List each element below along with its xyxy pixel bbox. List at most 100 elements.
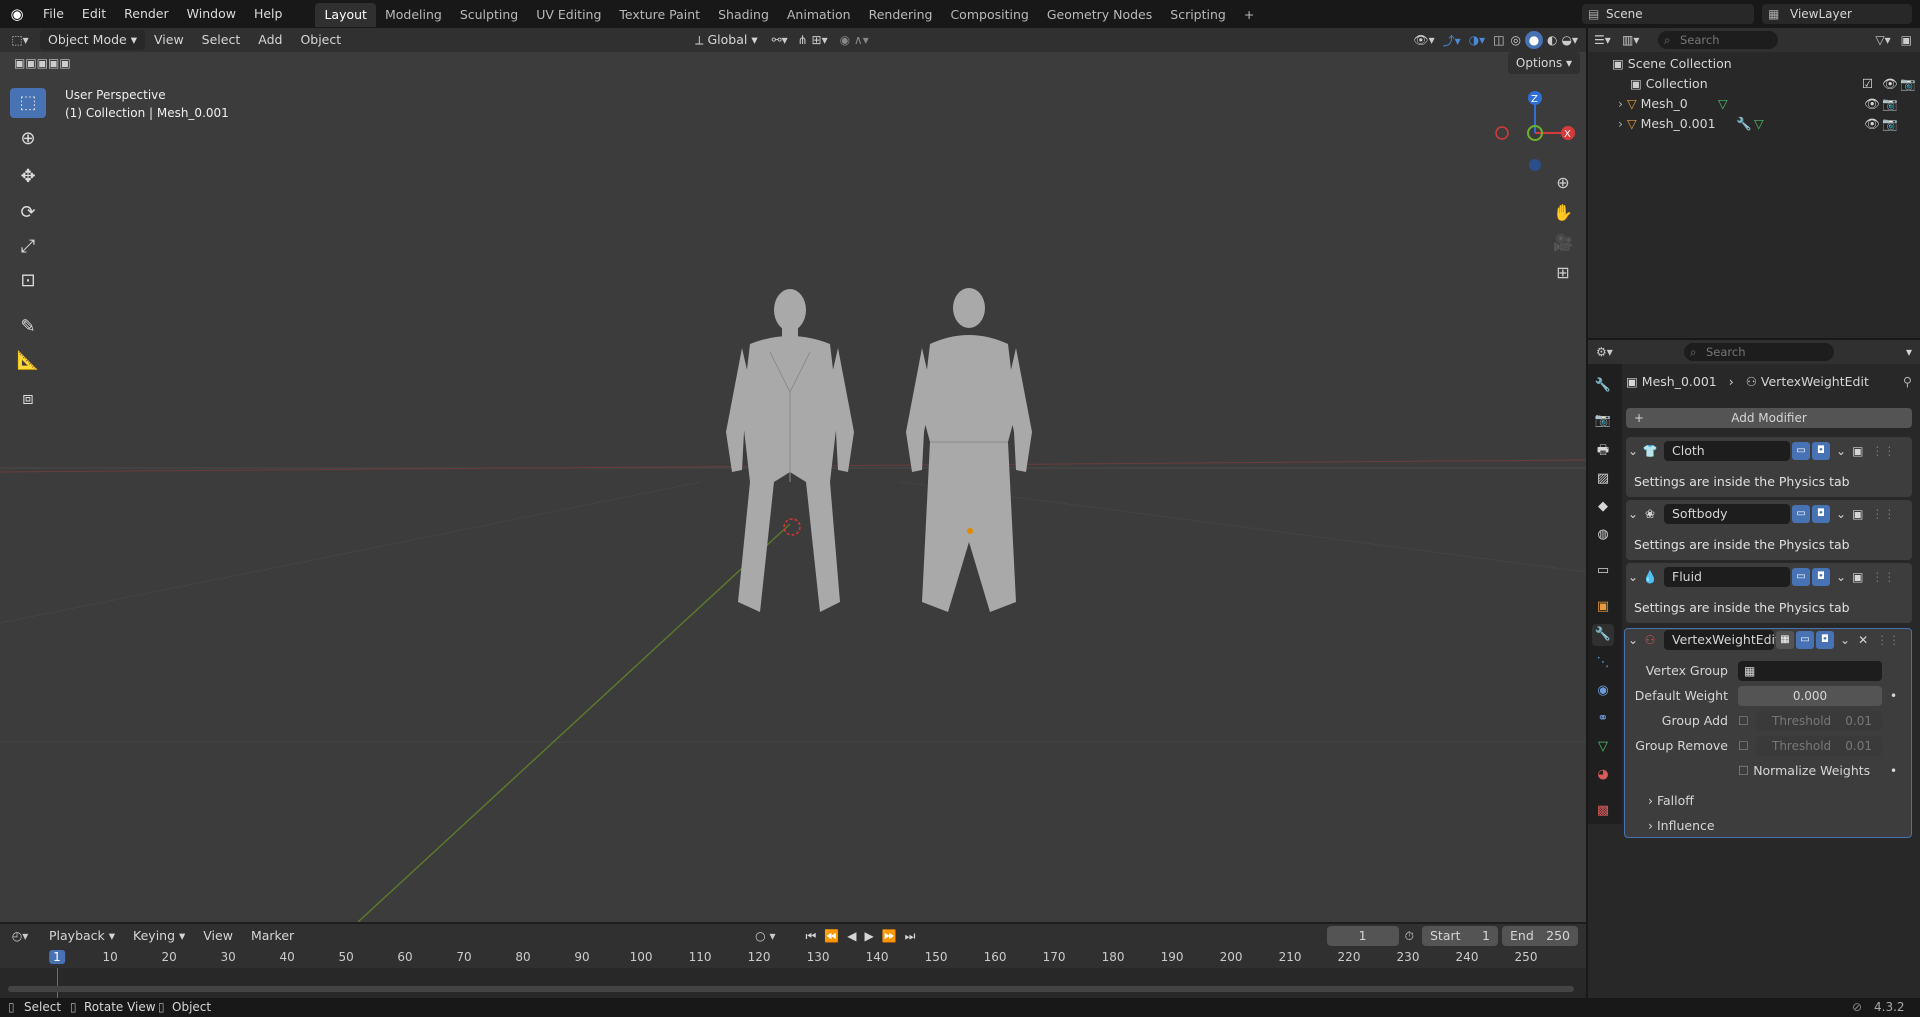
visibility-icon[interactable]: 👁▾ bbox=[1413, 33, 1434, 47]
toggle-icon[interactable]: ▣ bbox=[1852, 507, 1863, 521]
menu-file[interactable]: File bbox=[34, 0, 73, 28]
xray-icon[interactable]: ◫ bbox=[1493, 33, 1504, 47]
camera-icon[interactable]: 📷 bbox=[1882, 94, 1898, 114]
new-collection-icon[interactable]: ▣ bbox=[1901, 33, 1912, 47]
toggle-icon[interactable]: ▣ bbox=[1852, 570, 1863, 584]
render-tab-icon[interactable]: 📷 bbox=[1592, 410, 1614, 432]
eye-icon[interactable]: 👁 bbox=[1882, 74, 1898, 94]
outliner-mesh-0[interactable]: › ▽ Mesh_0 ▽ 👁 📷 bbox=[1618, 94, 1920, 114]
timeline-scrollbar[interactable] bbox=[8, 986, 1574, 992]
eye-icon[interactable]: 👁 bbox=[1864, 114, 1880, 134]
dropdown-icon[interactable]: ⌄ bbox=[1836, 444, 1846, 458]
keyframe-dot-icon[interactable]: • bbox=[1890, 686, 1897, 706]
editmode-toggle-icon[interactable]: ▭ bbox=[1792, 568, 1810, 586]
outliner-editor-icon[interactable]: ☰▾ bbox=[1594, 33, 1622, 47]
menu-marker[interactable]: Marker bbox=[242, 924, 303, 948]
render-toggle-icon[interactable]: ◘ bbox=[1812, 568, 1830, 586]
frame-ruler[interactable]: 1 10 20 30 40 50 60 70 80 90 100 110 120 130 140 150 160… bbox=[0, 948, 1586, 968]
transform-tool-icon[interactable]: ⊡ bbox=[10, 266, 46, 296]
add-workspace-button[interactable]: + bbox=[1235, 3, 1263, 27]
camera-icon[interactable]: 📷 bbox=[1900, 74, 1916, 94]
tab-modeling[interactable]: Modeling bbox=[376, 3, 451, 27]
end-frame-field[interactable]: End 250 bbox=[1502, 926, 1578, 946]
expand-icon[interactable]: › bbox=[1618, 116, 1627, 131]
blender-logo-icon[interactable]: ◉ bbox=[0, 5, 34, 23]
editmode-toggle-icon[interactable]: ▭ bbox=[1796, 631, 1814, 649]
menu-keying[interactable]: Keying ▾ bbox=[124, 924, 194, 948]
cursor-tool-icon[interactable]: ⊕ bbox=[10, 124, 46, 154]
tab-texture-paint[interactable]: Texture Paint bbox=[610, 3, 709, 27]
dropdown-icon[interactable]: ⌄ bbox=[1836, 570, 1846, 584]
render-toggle-icon[interactable]: ◘ bbox=[1812, 442, 1830, 460]
tab-shading[interactable]: Shading bbox=[709, 3, 778, 27]
rotate-tool-icon[interactable]: ⟳ bbox=[10, 198, 46, 228]
on-cage-toggle-icon[interactable]: ▦ bbox=[1776, 631, 1794, 649]
play-reverse-icon[interactable]: ◀ bbox=[847, 929, 856, 943]
outliner-collection[interactable]: ▣ Collection ☑ 👁 📷 bbox=[1630, 74, 1920, 94]
fluid-name-field[interactable]: Fluid bbox=[1664, 567, 1790, 587]
cloth-name-field[interactable]: Cloth bbox=[1664, 441, 1790, 461]
proportional-edit-icon[interactable]: ◉ ∧▾ bbox=[840, 33, 869, 47]
normalize-weights-checkbox[interactable]: ☐ Normalize Weights bbox=[1738, 761, 1870, 781]
current-frame-field[interactable]: 1 bbox=[1326, 926, 1399, 946]
tab-compositing[interactable]: Compositing bbox=[941, 3, 1037, 27]
tab-layout[interactable]: Layout bbox=[315, 3, 376, 27]
move-tool-icon[interactable]: ✥ bbox=[10, 162, 46, 192]
tab-rendering[interactable]: Rendering bbox=[860, 3, 942, 27]
pan-hand-icon[interactable]: ✋ bbox=[1548, 198, 1578, 228]
tab-uv-editing[interactable]: UV Editing bbox=[527, 3, 610, 27]
menu-view[interactable]: View bbox=[145, 28, 193, 52]
menu-object[interactable]: Object bbox=[291, 28, 350, 52]
influence-subpanel[interactable]: › Influence bbox=[1648, 816, 1715, 836]
pin-icon[interactable]: ⚲ bbox=[1903, 372, 1912, 392]
close-icon[interactable]: ✕ bbox=[1858, 633, 1868, 647]
falloff-subpanel[interactable]: › Falloff bbox=[1648, 791, 1694, 811]
snap-icon[interactable]: ⋔ ⊞▾ bbox=[798, 33, 828, 47]
threshold-remove-field[interactable]: Threshold 0.01 bbox=[1756, 736, 1882, 756]
stopwatch-icon[interactable]: ⏱ bbox=[1405, 929, 1414, 944]
group-remove-checkbox[interactable]: ☐ bbox=[1738, 736, 1749, 756]
dropdown-icon[interactable]: ⌄ bbox=[1836, 507, 1846, 521]
tool-tab-icon[interactable]: 🔧 bbox=[1592, 375, 1614, 397]
3d-viewport[interactable]: User Perspective (1) Collection | Mesh_0… bbox=[0, 52, 1586, 922]
render-toggle-icon[interactable]: ◘ bbox=[1816, 631, 1834, 649]
add-cube-tool-icon[interactable]: ⧈ bbox=[10, 384, 46, 414]
chevron-down-icon[interactable]: ⌄ bbox=[1626, 507, 1640, 521]
autokey-icon[interactable]: ○ ▾ bbox=[755, 929, 775, 943]
menu-help[interactable]: Help bbox=[245, 0, 292, 28]
particles-tab-icon[interactable]: ⋱ bbox=[1592, 652, 1614, 674]
drag-handle-icon[interactable]: ⋮⋮ bbox=[1871, 444, 1895, 458]
material-tab-icon[interactable]: ◕ bbox=[1592, 764, 1614, 786]
rendered-shading-icon[interactable]: ◒▾ bbox=[1562, 33, 1579, 47]
constraints-tab-icon[interactable]: ⚭ bbox=[1592, 708, 1614, 730]
tab-animation[interactable]: Animation bbox=[778, 3, 860, 27]
default-weight-field[interactable]: 0.000 bbox=[1738, 686, 1882, 706]
threshold-add-field[interactable]: Threshold 0.01 bbox=[1756, 711, 1882, 731]
timeline-editor-icon[interactable]: ◴▾ bbox=[0, 929, 40, 943]
outliner-mesh-0-001[interactable]: › ▽ Mesh_0.001 🔧 ▽ 👁 📷 bbox=[1618, 114, 1920, 134]
vertexweightedit-name-field[interactable]: VertexWeightEdit bbox=[1664, 630, 1780, 650]
jump-end-icon[interactable]: ⏭ bbox=[905, 929, 916, 944]
tab-geometry-nodes[interactable]: Geometry Nodes bbox=[1038, 3, 1161, 27]
softbody-name-field[interactable]: Softbody bbox=[1664, 504, 1790, 524]
wireframe-shading-icon[interactable]: ◎ bbox=[1511, 33, 1521, 47]
menu-render[interactable]: Render bbox=[115, 0, 178, 28]
vertex-group-field[interactable]: ▦ bbox=[1738, 661, 1882, 681]
toggle-icon[interactable]: ▣ bbox=[1852, 444, 1863, 458]
drag-handle-icon[interactable]: ⋮⋮ bbox=[1876, 633, 1900, 647]
exclude-checkbox[interactable]: ☑ bbox=[1862, 74, 1873, 94]
chevron-down-icon[interactable]: ⌄ bbox=[1626, 633, 1640, 647]
navigation-gizmo[interactable]: Z X bbox=[1490, 88, 1580, 178]
overlay-icon[interactable]: ◑▾ bbox=[1469, 33, 1486, 47]
scene-selector[interactable]: ▤ Scene bbox=[1582, 4, 1754, 24]
render-toggle-icon[interactable]: ◘ bbox=[1812, 505, 1830, 523]
add-modifier-button[interactable]: + Add Modifier bbox=[1626, 408, 1912, 428]
properties-search-input[interactable]: ⌕ Search bbox=[1684, 343, 1834, 361]
timeline[interactable]: 1 10 20 30 40 50 60 70 80 90 100 110 120 130 140 150 160… bbox=[0, 948, 1586, 998]
outliner-display-mode-icon[interactable]: ▥▾ bbox=[1622, 33, 1658, 47]
material-shading-icon[interactable]: ◐ bbox=[1547, 33, 1557, 47]
physics-tab-icon[interactable]: ◉ bbox=[1592, 680, 1614, 702]
jump-start-icon[interactable]: ⏮ bbox=[805, 929, 816, 944]
jump-keyframe-back-icon[interactable]: ⏪ bbox=[824, 929, 839, 943]
menu-add[interactable]: Add bbox=[249, 28, 291, 52]
